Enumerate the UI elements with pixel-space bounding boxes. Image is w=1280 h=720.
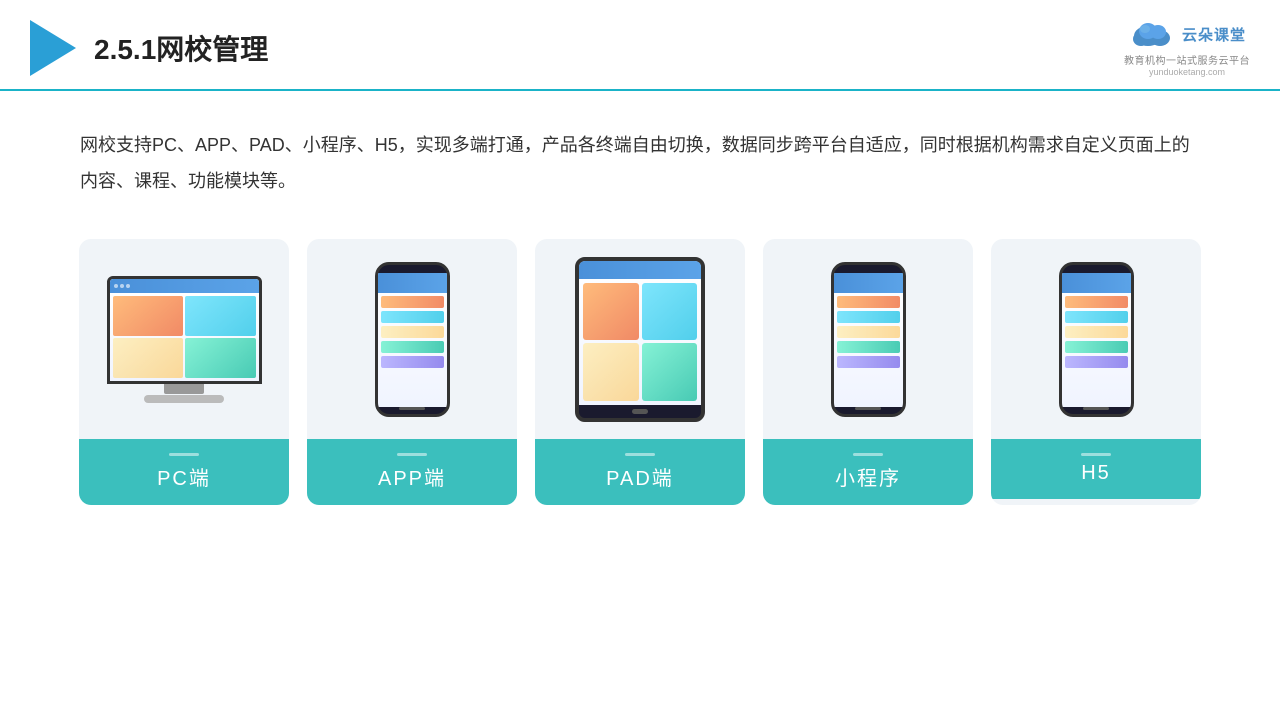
phone-mockup-mini bbox=[831, 262, 906, 417]
card-miniprogram-label: 小程序 bbox=[763, 439, 973, 505]
phone-screen-body bbox=[834, 293, 903, 407]
card-pad-image bbox=[535, 239, 745, 439]
card-app-image bbox=[307, 239, 517, 439]
cards-container: PC端 APP端 bbox=[0, 219, 1280, 535]
phone-screen-body bbox=[1062, 293, 1131, 407]
tablet-screen-header bbox=[579, 261, 701, 279]
card-pad-label: PAD端 bbox=[535, 439, 745, 505]
tablet-screen bbox=[579, 261, 701, 405]
page-title: 2.5.1网校管理 bbox=[94, 28, 268, 68]
phone-notch bbox=[856, 267, 880, 273]
card-miniprogram-image bbox=[763, 239, 973, 439]
card-h5[interactable]: H5 bbox=[991, 239, 1201, 505]
phone-screen-body bbox=[378, 293, 447, 407]
phone-home-indicator bbox=[855, 407, 881, 410]
card-pc-image bbox=[79, 239, 289, 439]
brand-url: yunduoketang.com bbox=[1149, 67, 1225, 77]
pc-stand bbox=[164, 384, 204, 394]
phone-mockup-app bbox=[375, 262, 450, 417]
tablet-mockup bbox=[575, 257, 705, 422]
phone-screen bbox=[378, 273, 447, 407]
tablet-home-button bbox=[632, 409, 648, 414]
card-h5-image bbox=[991, 239, 1201, 439]
pc-screen-inner bbox=[110, 279, 259, 381]
card-miniprogram[interactable]: 小程序 bbox=[763, 239, 973, 505]
label-stripe bbox=[1081, 453, 1111, 456]
card-app-label: APP端 bbox=[307, 439, 517, 505]
phone-notch bbox=[400, 267, 424, 273]
logo-arrow-icon bbox=[30, 20, 76, 76]
description-text: 网校支持PC、APP、PAD、小程序、H5，实现多端打通，产品各终端自由切换，数… bbox=[0, 91, 1280, 219]
card-pad[interactable]: PAD端 bbox=[535, 239, 745, 505]
card-h5-label: H5 bbox=[991, 439, 1201, 499]
phone-screen bbox=[1062, 273, 1131, 407]
card-pc[interactable]: PC端 bbox=[79, 239, 289, 505]
label-stripe bbox=[397, 453, 427, 456]
phone-home-indicator bbox=[1083, 407, 1109, 410]
brand-name: 云朵课堂 bbox=[1182, 24, 1246, 45]
tablet-screen-body bbox=[579, 279, 701, 405]
label-stripe bbox=[169, 453, 199, 456]
label-stripe bbox=[625, 453, 655, 456]
brand-tagline: 教育机构一站式服务云平台 bbox=[1124, 52, 1250, 67]
label-stripe bbox=[853, 453, 883, 456]
pc-screen-bar bbox=[110, 279, 259, 293]
phone-mockup-h5 bbox=[1059, 262, 1134, 417]
pc-mockup bbox=[107, 276, 262, 403]
phone-screen-header bbox=[834, 273, 903, 293]
cloud-icon bbox=[1128, 18, 1176, 50]
card-app[interactable]: APP端 bbox=[307, 239, 517, 505]
header: 2.5.1网校管理 云朵课堂 教育机构一站式服务云平台 yunduoketang… bbox=[0, 0, 1280, 91]
phone-screen bbox=[834, 273, 903, 407]
card-pc-label: PC端 bbox=[79, 439, 289, 505]
phone-screen-header bbox=[1062, 273, 1131, 293]
brand-logo-img: 云朵课堂 bbox=[1128, 18, 1246, 50]
pc-base bbox=[144, 395, 224, 403]
phone-home-indicator bbox=[399, 407, 425, 410]
description-content: 网校支持PC、APP、PAD、小程序、H5，实现多端打通，产品各终端自由切换，数… bbox=[80, 135, 1190, 191]
header-left: 2.5.1网校管理 bbox=[30, 20, 268, 76]
pc-screen-content bbox=[110, 293, 259, 381]
pc-screen bbox=[107, 276, 262, 384]
phone-notch bbox=[1084, 267, 1108, 273]
brand-logo: 云朵课堂 教育机构一站式服务云平台 yunduoketang.com bbox=[1124, 18, 1250, 77]
phone-screen-header bbox=[378, 273, 447, 293]
